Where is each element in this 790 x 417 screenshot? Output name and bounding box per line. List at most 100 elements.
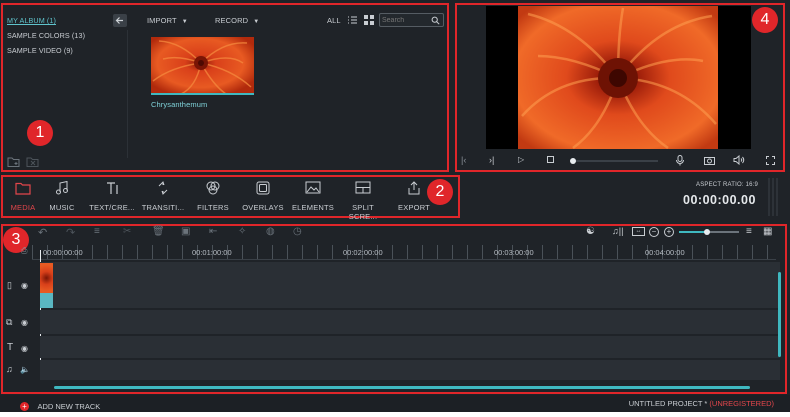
eye-icon[interactable]: ◉ [21,344,28,353]
zoom-slider-handle[interactable] [704,229,710,235]
pip-track[interactable] [40,310,780,334]
tool-filters[interactable]: FILTERS [194,178,232,212]
snap-icon[interactable]: ⎙ [21,246,27,256]
clip-thumbnail [151,37,254,95]
record-dropdown[interactable]: RECORD ▼ [215,16,259,25]
album-list: MY ALBUM (1) SAMPLE COLORS (13) SAMPLE V… [7,16,85,55]
prev-frame-icon[interactable]: ›| [489,155,494,165]
volume-icon[interactable] [733,155,745,165]
collapse-sidebar-button[interactable] [113,14,127,27]
video-track-icon: ▯ [7,280,12,290]
add-track-label: ADD NEW TRACK [37,402,101,412]
timeline-clip[interactable] [40,263,53,308]
playback-progress[interactable] [570,158,658,164]
music-note-icon [56,180,68,195]
list-view-icon[interactable] [347,15,358,25]
project-title: UNTITLED PROJECT * (UNREGISTERED) [629,399,774,408]
magic-wand-icon[interactable]: ✧ [238,226,246,237]
filter-icon [206,181,220,195]
search-input[interactable] [382,15,430,25]
clock-icon[interactable]: ◷ [293,226,302,237]
undo-icon[interactable]: ↶ [38,226,47,239]
text-track-icon: T [7,342,14,353]
delete-icon[interactable]: 🗑 [152,226,165,237]
progress-handle[interactable] [570,158,576,164]
playback-bar: |‹ ›| ▷ [457,151,783,170]
tool-split-screen-label: SPLIT SCRE... [348,203,378,221]
ruler-tick-3: 00:03:00:00 [494,248,534,257]
clip-underline [151,93,254,95]
side-grip [768,178,778,216]
fullscreen-icon[interactable] [766,156,775,165]
tool-split-screen[interactable]: SPLIT SCRE... [338,178,388,221]
ruler-tick-0: 00:00:00:00 [43,248,83,257]
speaker-icon[interactable]: 🔈 [20,365,30,374]
tool-text-credits[interactable]: TEXT/CRE... [88,178,136,212]
grid-view-icon[interactable] [364,15,374,25]
add-track-button[interactable]: + ADD NEW TRACK [20,398,100,416]
overlay-icon [256,181,270,195]
insert-icon[interactable]: ⇤ [209,226,217,237]
new-folder-icon[interactable] [7,156,21,168]
microphone-icon[interactable] [676,155,684,166]
cut-icon[interactable]: ✂ [123,226,131,237]
tool-elements[interactable]: ELEMENTS [290,178,336,212]
export-icon [408,181,420,195]
color-tuning-icon[interactable]: ◍ [266,226,275,237]
render-icon[interactable]: ☯ [586,226,595,237]
media-clip[interactable] [151,37,254,95]
clip-name: Chrysanthemum [151,100,208,109]
crop-icon[interactable]: ▣ [181,226,190,237]
vertical-scrollbar[interactable] [778,272,781,357]
zoom-slider[interactable] [679,229,739,235]
preview-screen [486,6,751,149]
tool-media[interactable]: MEDIA [6,178,40,212]
album-item-my-album[interactable]: MY ALBUM (1) [7,16,85,25]
tool-filters-label: FILTERS [197,203,229,212]
music-track[interactable] [40,360,780,380]
filter-all-button[interactable]: ALL [327,16,341,25]
grid-layout-icon[interactable]: ▦ [763,226,772,237]
callout-2: 2 [427,179,453,205]
skip-back-icon[interactable]: |‹ [461,155,466,165]
text-icon [107,182,118,194]
zoom-out-icon[interactable]: − [649,227,659,237]
music-track-icon: ♫ [6,364,13,374]
search-box[interactable] [379,13,444,27]
zoom-slider-fill [679,231,707,233]
chevron-down-icon: ▼ [253,19,260,25]
play-icon[interactable]: ▷ [518,155,524,164]
text-track[interactable] [40,336,780,358]
album-item-sample-video[interactable]: SAMPLE VIDEO (9) [7,46,85,55]
album-item-sample-colors[interactable]: SAMPLE COLORS (13) [7,31,85,40]
snapshot-icon[interactable] [704,156,715,165]
timeline-toolbar: ↶ ↷ ≡ ✂ 🗑 ▣ ⇤ ✧ ◍ ◷ ☯ ♫|| ↔ − + ≡ ▦ [34,226,784,242]
eye-icon[interactable]: ◉ [21,318,28,327]
import-label: IMPORT [147,16,177,25]
horizontal-scrollbar[interactable] [54,386,750,389]
tool-music[interactable]: MUSIC [44,178,80,212]
preview-image [518,6,718,149]
zoom-in-icon[interactable]: + [664,227,674,237]
audio-mixer-icon[interactable]: ♫|| [612,226,623,236]
menu-icon[interactable]: ≡ [746,226,752,237]
arrow-left-icon [115,17,123,24]
pip-track-icon: ⧉ [6,317,13,327]
project-name: UNTITLED PROJECT * [628,399,708,408]
delete-folder-icon[interactable] [26,156,40,168]
stop-icon[interactable] [547,156,554,163]
redo-icon[interactable]: ↷ [66,226,75,239]
ruler-tick-4: 00:04:00:00 [645,248,685,257]
editor-window: MY ALBUM (1) SAMPLE COLORS (13) SAMPLE V… [0,0,790,412]
timecode-display: 00:00:00.00 [683,193,756,207]
eye-icon[interactable]: ◉ [21,281,28,290]
tool-export-label: EXPORT [398,203,430,212]
adjust-icon[interactable]: ≡ [94,226,100,237]
import-dropdown[interactable]: IMPORT ▼ [147,16,188,25]
video-track[interactable] [40,262,780,308]
sidebar-divider [127,30,128,158]
tool-overlays[interactable]: OVERLAYS [240,178,286,212]
tool-transitions[interactable]: TRANSITI... [140,178,186,212]
tool-media-label: MEDIA [10,203,36,212]
fit-timeline-icon[interactable]: ↔ [632,227,645,236]
